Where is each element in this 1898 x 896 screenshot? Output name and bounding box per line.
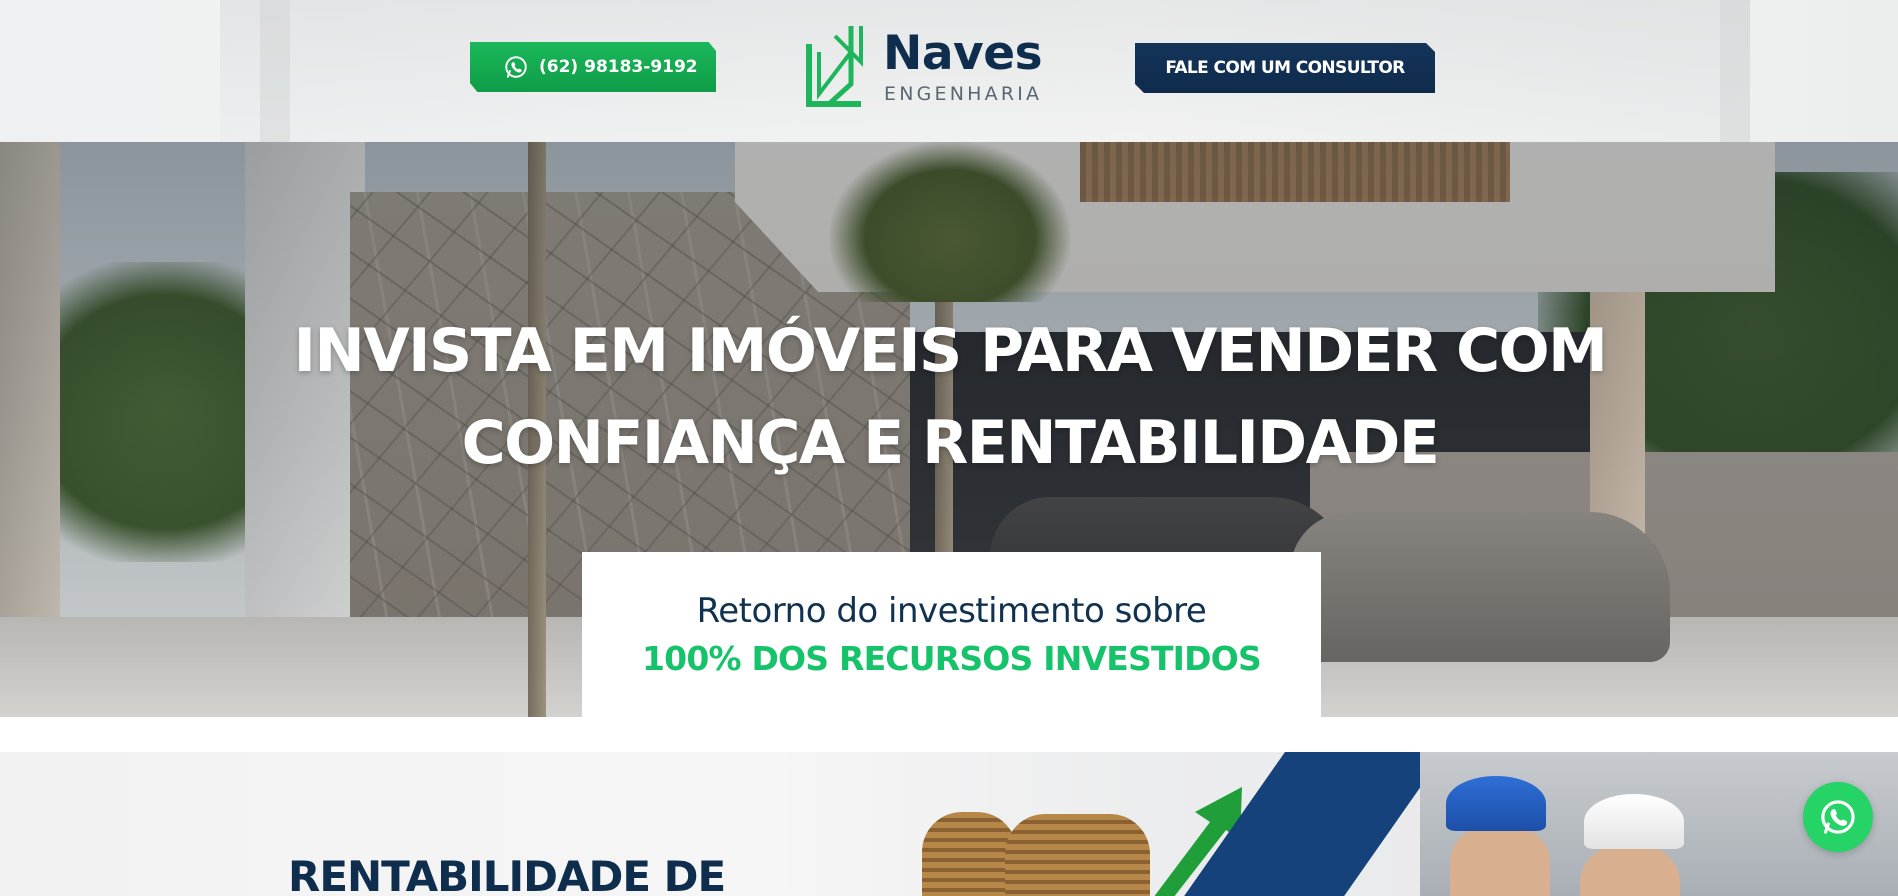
talk-to-consultant-button[interactable]: FALE COM UM CONSULTOR <box>1135 43 1435 93</box>
header-background-column <box>1720 0 1750 142</box>
site-header: (62) 98183-9192 Naves ENGENHARIA FALE CO… <box>0 0 1898 142</box>
investment-return-highlight: 100% DOS RECURSOS INVESTIDOS <box>642 639 1262 678</box>
coins-stack-image <box>922 812 1017 896</box>
coins-stack-image <box>1005 814 1150 896</box>
profitability-section: RENTABILIDADE DE <box>0 752 1898 896</box>
white-helmet <box>1584 794 1684 849</box>
whatsapp-icon <box>505 56 527 78</box>
talk-to-consultant-label: FALE COM UM CONSULTOR <box>1165 58 1405 78</box>
logo-brand-name: Naves <box>883 26 1043 81</box>
engineer-figure <box>1450 822 1550 896</box>
logo-mark-icon <box>806 26 863 107</box>
company-logo[interactable]: Naves ENGENHARIA <box>805 22 1045 108</box>
whatsapp-floating-button[interactable] <box>1803 782 1873 852</box>
section-title: RENTABILIDADE DE <box>288 852 726 896</box>
phone-button[interactable]: (62) 98183-9192 <box>470 42 716 92</box>
hero-title-line-2: CONFIANÇA E RENTABILIDADE <box>461 408 1440 478</box>
blue-helmet <box>1446 776 1546 831</box>
phone-button-label: (62) 98183-9192 <box>539 57 698 77</box>
hero-section: INVISTA EM IMÓVEIS PARA VENDER COM CONFI… <box>0 142 1898 717</box>
investment-return-box: Retorno do investimento sobre 100% DOS R… <box>582 552 1321 717</box>
header-background-column <box>260 0 290 142</box>
hero-title-line-1: INVISTA EM IMÓVEIS PARA VENDER COM <box>293 316 1608 386</box>
investment-return-text: Retorno do investimento sobre <box>696 591 1207 631</box>
whatsapp-icon <box>1821 800 1855 834</box>
hero-title: INVISTA EM IMÓVEIS PARA VENDER COM CONFI… <box>250 305 1650 489</box>
logo-subtitle: ENGENHARIA <box>884 83 1043 105</box>
